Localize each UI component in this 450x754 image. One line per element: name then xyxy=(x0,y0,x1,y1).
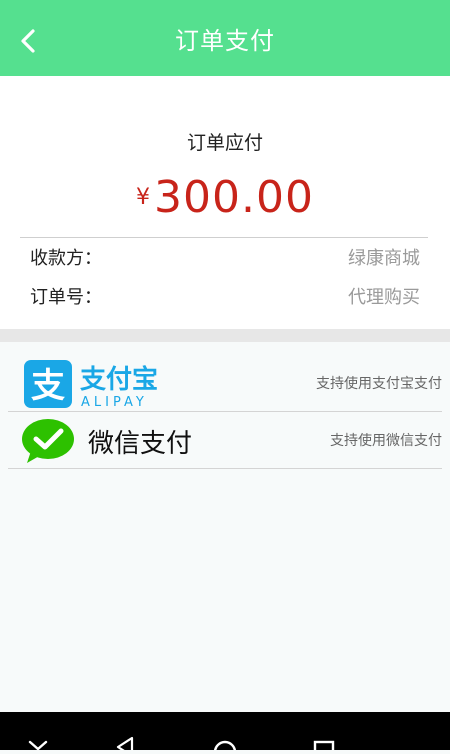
chevron-down-icon xyxy=(28,740,48,751)
alipay-logo-icon: 支 支付宝 ALIPAY xyxy=(24,360,158,408)
app-bar: 订单支付 xyxy=(0,6,450,76)
amount-label: 订单应付 xyxy=(186,132,263,154)
payment-methods: 支 支付宝 ALIPAY 支持使用支付宝支付 微信支付 支持使用微信支付 xyxy=(0,342,450,710)
payee-row: 收款方： 绿康商城 xyxy=(30,244,420,274)
triangle-back-icon xyxy=(116,736,134,754)
alipay-logo-text: 支付宝 xyxy=(80,364,158,395)
page-title: 订单支付 xyxy=(175,27,275,55)
wechat-pay-option[interactable]: 微信支付 支持使用微信支付 xyxy=(8,413,442,469)
method-divider xyxy=(8,468,442,469)
nav-home-button[interactable] xyxy=(209,720,241,754)
nav-recent-button[interactable] xyxy=(308,720,340,754)
currency-symbol: ¥ xyxy=(136,185,151,210)
alipay-description: 支持使用支付宝支付 xyxy=(316,376,442,392)
wechat-pay-description: 支持使用微信支付 xyxy=(330,433,442,449)
order-summary-card: 订单应付 ¥300.00 收款方： 绿康商城 订单号： 代理购买 xyxy=(0,76,450,329)
nav-hide-button[interactable] xyxy=(22,720,54,751)
system-nav-bar xyxy=(0,712,450,754)
alipay-logo-glyph: 支 xyxy=(31,366,65,406)
circle-home-icon xyxy=(213,740,237,754)
divider xyxy=(20,237,428,238)
payee-label: 收款方： xyxy=(30,248,102,269)
order-number-row: 订单号： 代理购买 xyxy=(30,283,420,313)
nav-back-button[interactable] xyxy=(110,720,142,754)
alipay-option[interactable]: 支 支付宝 ALIPAY 支持使用支付宝支付 xyxy=(8,356,442,412)
amount-value: 300.00 xyxy=(154,172,314,223)
alipay-logo-subtext: ALIPAY xyxy=(81,395,148,408)
order-number-label: 订单号： xyxy=(30,287,102,308)
amount-display: ¥300.00 xyxy=(0,172,450,223)
square-recent-icon xyxy=(313,740,335,754)
section-separator xyxy=(0,329,450,342)
payee-value: 绿康商城 xyxy=(348,248,420,269)
wechat-pay-label: 微信支付 xyxy=(88,429,193,459)
order-number-value: 代理购买 xyxy=(348,287,420,308)
method-divider xyxy=(8,411,442,412)
wechat-logo-icon xyxy=(22,419,74,463)
